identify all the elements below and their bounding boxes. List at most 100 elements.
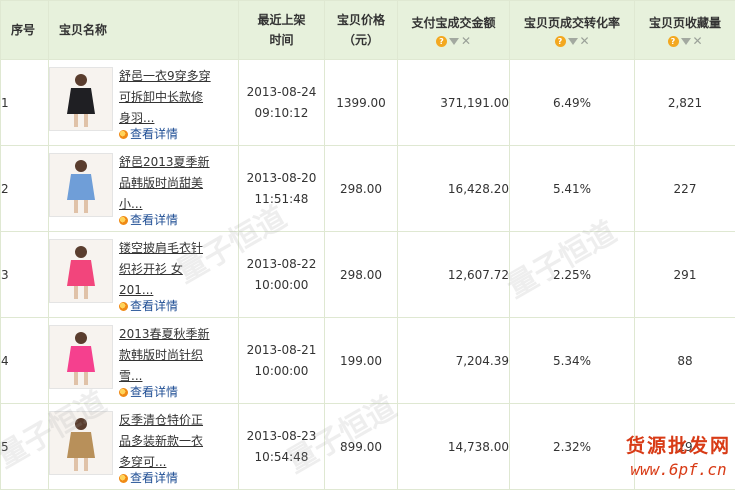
product-cell: 反季清仓特价正品多装新款一衣多穿可... 查看详情 [48, 403, 239, 490]
listed-date: 2013-08-21 [246, 342, 317, 357]
product-title-link[interactable]: 舒邑2013夏季新品韩版时尚甜美小... [119, 152, 213, 215]
table-row: 3 镂空披肩毛衣针织衫开衫 女201... 查看详情 2013-08-22 10… [0, 231, 735, 318]
price-cell: 298.00 [324, 145, 398, 232]
product-thumbnail[interactable] [49, 238, 113, 303]
header-listed-time[interactable]: 最近上架 时间 [238, 0, 325, 60]
product-title-link[interactable]: 舒邑一衣9穿多穿可拆卸中长款修身羽... [119, 66, 213, 129]
conversion-cell: 2.32% [509, 403, 635, 490]
listed-time: 2013-08-24 09:10:12 [238, 59, 325, 146]
view-detail-label: 查看详情 [130, 212, 179, 227]
listed-time: 2013-08-22 10:00:00 [238, 231, 325, 318]
view-detail-link[interactable]: 查看详情 [119, 471, 178, 485]
amount-cell: 12,607.72 [397, 231, 510, 318]
table-row: 2 舒邑2013夏季新品韩版时尚甜美小... 查看详情 2013-08-20 1… [0, 145, 735, 232]
header-conversion[interactable]: 宝贝页成交转化率 ? ✕ [509, 0, 635, 60]
listed-clock: 10:00:00 [254, 363, 309, 378]
remove-icon[interactable]: ✕ [580, 35, 590, 47]
sort-down-icon[interactable] [680, 37, 691, 45]
product-figure-image [50, 325, 112, 388]
row-index: 2 [0, 145, 49, 232]
conversion-cell: 2.25% [509, 231, 635, 318]
listed-clock: 11:51:48 [254, 191, 309, 206]
listed-date: 2013-08-23 [246, 428, 317, 443]
header-amount-label: 支付宝成交金额 [411, 15, 496, 30]
amount-cell: 371,191.00 [397, 59, 510, 146]
product-cell: 2013春夏秋季新款韩版时尚针织雪... 查看详情 [48, 317, 239, 404]
listed-date: 2013-08-22 [246, 256, 317, 271]
row-index: 4 [0, 317, 49, 404]
row-index: 1 [0, 59, 49, 146]
product-title-link[interactable]: 反季清仓特价正品多装新款一衣多穿可... [119, 410, 213, 473]
listed-clock: 10:00:00 [254, 277, 309, 292]
amount-sort-controls: ? ✕ [398, 34, 509, 48]
product-thumbnail[interactable] [49, 152, 113, 217]
header-listed-time-label: 最近上架 时间 [257, 13, 306, 47]
header-index[interactable]: 序号 [0, 0, 49, 60]
remove-icon[interactable]: ✕ [693, 35, 703, 47]
product-cell: 舒邑一衣9穿多穿可拆卸中长款修身羽... 查看详情 [48, 59, 239, 146]
amount-cell: 14,738.00 [397, 403, 510, 490]
listed-clock: 10:54:48 [254, 449, 309, 464]
table-row: 5 反季清仓特价正品多装新款一衣多穿可... 查看详情 2013-08-23 1… [0, 403, 735, 490]
favorites-sort-controls: ? ✕ [635, 34, 735, 48]
header-price[interactable]: 宝贝价格 （元） [324, 0, 398, 60]
view-detail-label: 查看详情 [130, 298, 179, 313]
favorites-cell: 2,821 [634, 59, 735, 146]
product-figure-image [50, 239, 112, 302]
brand-name: 货源批发网 [625, 435, 731, 457]
view-detail-link[interactable]: 查看详情 [119, 385, 178, 399]
help-icon[interactable]: ? [554, 35, 566, 47]
product-title-link[interactable]: 2013春夏秋季新款韩版时尚针织雪... [119, 324, 213, 387]
product-figure-image [50, 153, 112, 216]
conversion-cell: 5.34% [509, 317, 635, 404]
listed-time: 2013-08-23 10:54:48 [238, 403, 325, 490]
row-index: 3 [0, 231, 49, 318]
conversion-cell: 5.41% [509, 145, 635, 232]
table-row: 1 舒邑一衣9穿多穿可拆卸中长款修身羽... 查看详情 2013-08-24 0… [0, 59, 735, 146]
detail-icon [119, 473, 128, 483]
product-figure-image [50, 67, 112, 130]
product-info: 反季清仓特价正品多装新款一衣多穿可... 查看详情 [49, 410, 238, 485]
help-icon[interactable]: ? [667, 35, 679, 47]
remove-icon[interactable]: ✕ [461, 35, 471, 47]
product-thumbnail[interactable] [49, 66, 113, 131]
detail-icon [119, 129, 128, 139]
price-cell: 1399.00 [324, 59, 398, 146]
view-detail-link[interactable]: 查看详情 [119, 299, 178, 313]
header-name[interactable]: 宝贝名称 [48, 0, 239, 60]
listed-time: 2013-08-21 10:00:00 [238, 317, 325, 404]
listed-clock: 09:10:12 [254, 105, 309, 120]
favorites-cell: 227 [634, 145, 735, 232]
brand-url: www.6pf.cn [630, 460, 727, 479]
view-detail-label: 查看详情 [130, 470, 179, 485]
row-index: 5 [0, 403, 49, 490]
view-detail-link[interactable]: 查看详情 [119, 213, 178, 227]
amount-cell: 7,204.39 [397, 317, 510, 404]
price-cell: 298.00 [324, 231, 398, 318]
view-detail-link[interactable]: 查看详情 [119, 127, 178, 141]
site-logo: 货源批发网 www.6pf.cn [626, 434, 731, 482]
product-info: 镂空披肩毛衣针织衫开衫 女201... 查看详情 [49, 238, 238, 313]
sort-down-icon[interactable] [567, 37, 578, 45]
conversion-sort-controls: ? ✕ [510, 34, 634, 48]
header-favorites[interactable]: 宝贝页收藏量 ? ✕ [634, 0, 735, 60]
conversion-cell: 6.49% [509, 59, 635, 146]
product-stats-table: 序号 宝贝名称 最近上架 时间 宝贝价格 （元） 支付宝成交金额 ? ✕ 宝贝页成… [0, 0, 735, 490]
view-detail-label: 查看详情 [130, 384, 179, 399]
listed-date: 2013-08-24 [246, 84, 317, 99]
help-icon[interactable]: ? [436, 35, 447, 47]
detail-icon [119, 301, 128, 311]
price-cell: 199.00 [324, 317, 398, 404]
header-amount[interactable]: 支付宝成交金额 ? ✕ [397, 0, 510, 60]
product-title-link[interactable]: 镂空披肩毛衣针织衫开衫 女201... [119, 238, 213, 301]
product-thumbnail[interactable] [49, 324, 113, 389]
sort-down-icon[interactable] [449, 37, 459, 45]
detail-icon [119, 387, 128, 397]
table-header-row: 序号 宝贝名称 最近上架 时间 宝贝价格 （元） 支付宝成交金额 ? ✕ 宝贝页成… [0, 0, 735, 60]
product-thumbnail[interactable] [49, 410, 113, 475]
table-row: 4 2013春夏秋季新款韩版时尚针织雪... 查看详情 2013-08-21 1… [0, 317, 735, 404]
price-cell: 899.00 [324, 403, 398, 490]
listed-date: 2013-08-20 [246, 170, 317, 185]
product-figure-image [50, 411, 112, 474]
favorites-cell: 88 [634, 317, 735, 404]
